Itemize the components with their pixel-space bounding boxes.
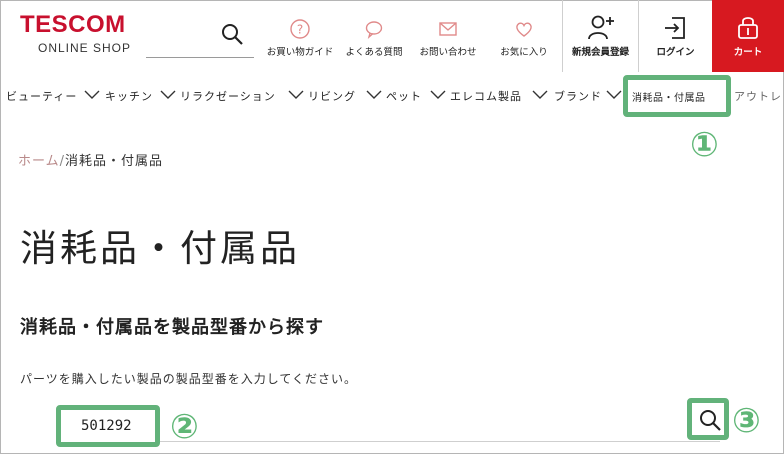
model-number-input[interactable]: 501292 [56, 405, 160, 447]
chevron-down-icon[interactable] [366, 90, 382, 100]
chevron-down-icon[interactable] [532, 90, 548, 100]
header-search[interactable] [146, 16, 254, 58]
category-beauty[interactable]: ビューティー [6, 88, 77, 104]
category-brand[interactable]: ブランド [554, 88, 602, 104]
header-link-contact[interactable]: お問い合わせ [406, 18, 490, 58]
input-underline [160, 441, 720, 442]
header-link-label: お気に入り [500, 47, 548, 58]
login-icon [664, 17, 685, 39]
svg-text:?: ? [297, 23, 303, 37]
section-title: 消耗品・付属品を製品型番から探す [20, 317, 324, 338]
category-pet[interactable]: ペット [386, 88, 422, 104]
page-title: 消耗品・付属品 [20, 227, 300, 270]
breadcrumb-home[interactable]: ホーム [18, 154, 60, 169]
header-link-favorites[interactable]: お気に入り [482, 18, 566, 58]
login-button[interactable]: ログイン [638, 0, 712, 72]
category-relaxation[interactable]: リラクゼーション [180, 88, 276, 104]
chevron-down-icon[interactable] [606, 90, 622, 100]
category-living[interactable]: リビング [308, 88, 356, 104]
register-label: 新規会員登録 [571, 47, 629, 58]
instruction-text: パーツを購入したい製品の製品型番を入力してください。 [20, 372, 358, 386]
search-icon[interactable] [220, 22, 244, 46]
marker-1: ① [690, 125, 719, 165]
chevron-down-icon[interactable] [160, 90, 176, 100]
category-outlet[interactable]: アウトレ [734, 88, 782, 104]
header-link-faq[interactable]: よくある質問 [332, 18, 416, 58]
cart-button[interactable]: カート [712, 0, 784, 72]
header-link-label: お買い物ガイド [266, 47, 334, 58]
register-button[interactable]: 新規会員登録 [562, 0, 638, 72]
user-plus-icon [587, 15, 614, 40]
logo-subtext: ONLINE SHOP [38, 41, 132, 55]
category-elecom[interactable]: エレコム製品 [450, 88, 522, 104]
category-highlight [623, 75, 731, 117]
chevron-down-icon[interactable] [430, 90, 446, 100]
marker-2: ② [170, 407, 199, 447]
header-link-guide[interactable]: ? お買い物ガイド [258, 18, 342, 58]
header-link-label: お問い合わせ [419, 47, 477, 58]
chat-bubble-icon [365, 21, 383, 39]
tescom-logo[interactable]: TESCOM ONLINE SHOP [20, 11, 142, 56]
model-search-button[interactable] [687, 398, 729, 440]
breadcrumb-current: 消耗品・付属品 [65, 154, 164, 169]
breadcrumb: ホーム/消耗品・付属品 [18, 150, 163, 169]
header-link-label: よくある質問 [345, 47, 403, 58]
chevron-down-icon[interactable] [288, 90, 304, 100]
search-icon [700, 410, 721, 431]
chevron-down-icon[interactable] [84, 90, 100, 100]
cart-label: カート [733, 47, 763, 58]
question-circle-icon: ? [290, 19, 310, 39]
mail-icon [439, 22, 457, 36]
category-kitchen[interactable]: キッチン [105, 88, 153, 104]
cart-icon [738, 17, 758, 39]
heart-icon [516, 22, 532, 37]
logo-text: TESCOM [20, 11, 126, 38]
login-label: ログイン [656, 47, 695, 58]
marker-3: ③ [732, 401, 761, 441]
